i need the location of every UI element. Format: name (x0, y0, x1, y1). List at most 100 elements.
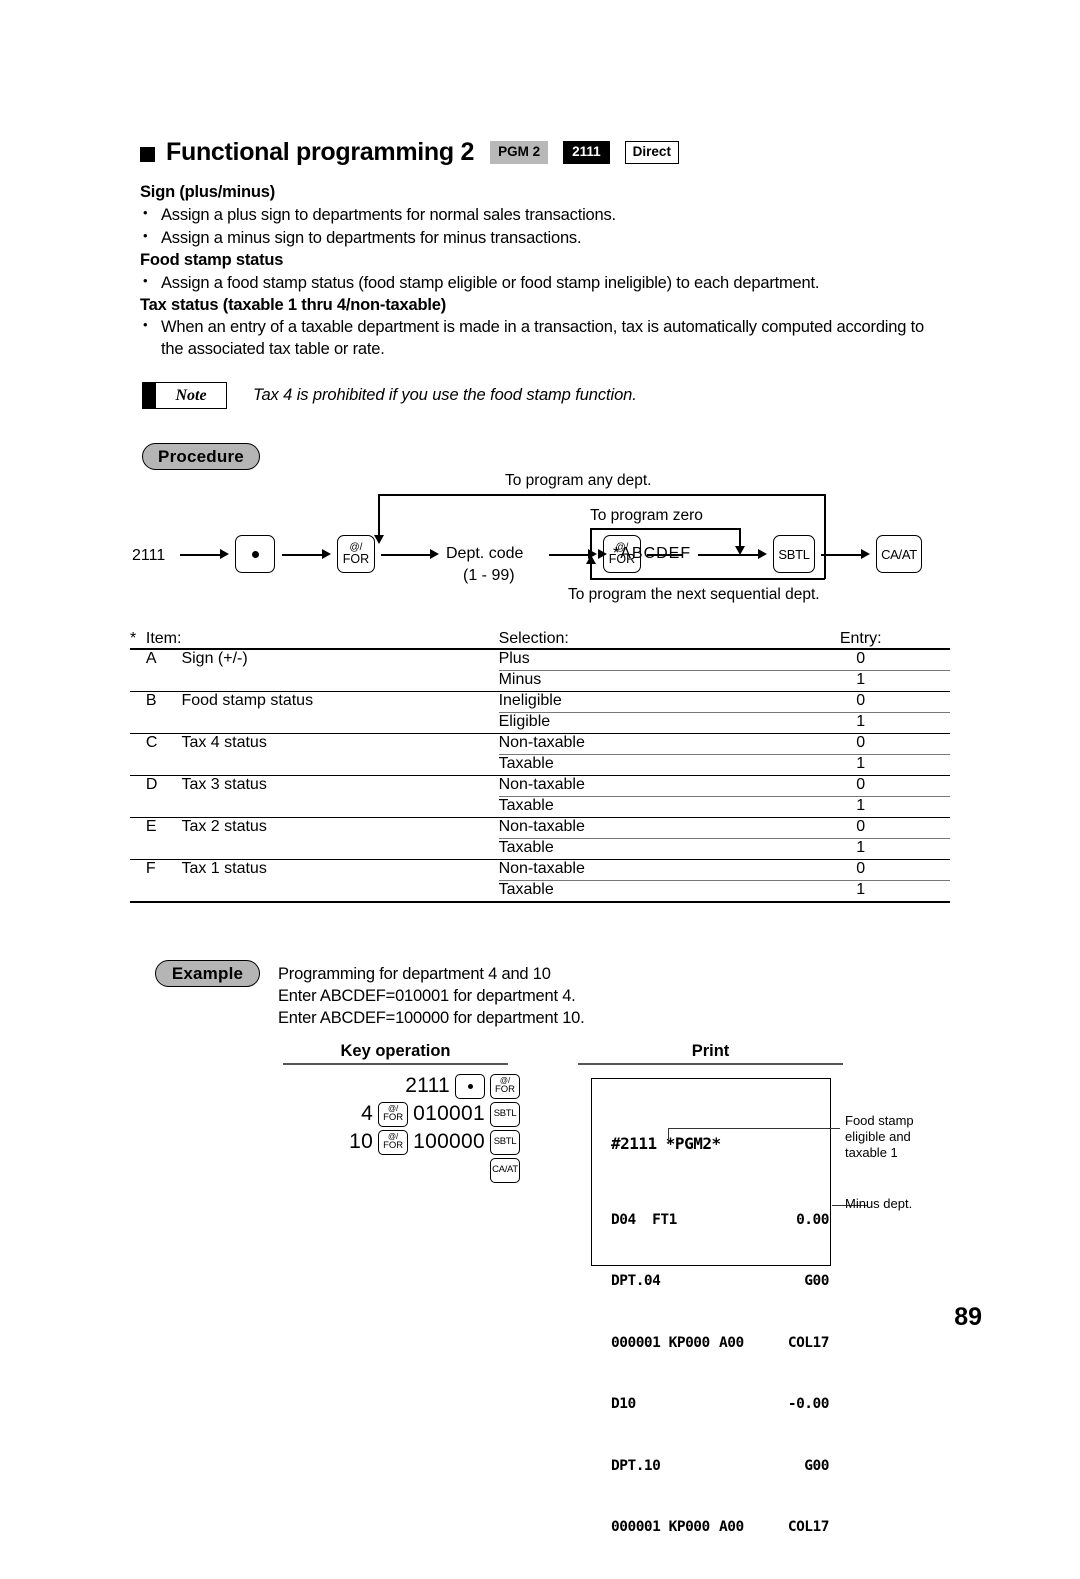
receipt-right: G00 (804, 1457, 829, 1474)
note-block: Note Tax 4 is prohibited if you use the … (142, 382, 637, 409)
row-selection: Non-taxable (498, 817, 772, 839)
receipt-mid: A00 (719, 1519, 744, 1535)
procedure-diagram: To program any dept. To program zero To … (130, 470, 930, 610)
note-label: Note (175, 386, 207, 404)
key-line-2: FOR (383, 1112, 404, 1124)
tag-2111: 2111 (563, 141, 610, 164)
row-entry: 1 (771, 712, 950, 734)
receipt-left: DPT.10 (611, 1457, 661, 1474)
branch-label-next-dept: To program the next sequential dept. (568, 586, 820, 603)
receipt-line: DPT.10 G00 (611, 1456, 830, 1477)
row-entry: 1 (771, 796, 950, 818)
print-receipt: #2111 *PGM2* D04 FT1 0.00 DPT.04 G00 000… (591, 1078, 831, 1535)
tag-direct: Direct (624, 141, 679, 164)
table-header-spacer (181, 630, 499, 650)
key-label: SBTL (493, 1108, 517, 1120)
receipt-left: 000001 KP000 (611, 1519, 710, 1535)
callout-food-stamp-lead (668, 1128, 840, 1130)
table-row: Minus 1 (130, 670, 950, 692)
loop-any-dept-arrow (374, 535, 384, 544)
row-letter: B (145, 692, 157, 709)
loop-any-dept-top (378, 494, 825, 496)
loop-next-right (824, 552, 826, 579)
row-selection: Non-taxable (498, 775, 772, 797)
arrow-head-abcdef (598, 549, 607, 559)
key-at-for[interactable]: @/ FOR (378, 1101, 409, 1127)
key-decimal-point[interactable] (455, 1073, 485, 1099)
section-tax-status: Tax status (taxable 1 thru 4/non-taxable… (140, 296, 970, 315)
row-entry: 0 (771, 775, 950, 797)
receipt-right: COL17 (787, 1334, 830, 1351)
row-selection: Plus (498, 649, 772, 671)
row-entry: 1 (771, 880, 950, 903)
key-operation-row: 4 @/ FOR 010001 SBTL (300, 1100, 520, 1128)
key-at-for-1: @/ FOR (337, 535, 375, 573)
table-row: Taxable 1 (130, 796, 950, 818)
row-letter: F (145, 860, 156, 877)
row-entry: 1 (771, 838, 950, 860)
row-entry: 1 (771, 754, 950, 776)
receipt-line: 000001 KP000 A00 COL17 (611, 1333, 830, 1354)
branch-label-any-dept: To program any dept. (505, 472, 652, 489)
receipt-left: 000001 KP000 (611, 1334, 710, 1351)
key-at-for[interactable]: @/ FOR (490, 1073, 520, 1099)
row-entry: 0 (771, 649, 950, 671)
row-selection: Non-taxable (498, 733, 772, 755)
row-item: Tax 3 status (181, 776, 267, 793)
receipt-mid: A00 (719, 1334, 744, 1351)
receipt-title: #2111 *PGM2* (611, 1134, 721, 1153)
arrow-line-7 (821, 554, 863, 556)
receipt-right: 0.00 (796, 1211, 829, 1228)
section-food-stamp: Food stamp status (140, 251, 970, 270)
row-selection: Taxable (498, 796, 772, 818)
callout-food-stamp-stem (668, 1128, 670, 1144)
key-operation-list: 2111 @/ FOR 4 @/ FOR 010001 SBTL 10 @/ F… (300, 1072, 520, 1184)
table-row: Eligible 1 (130, 712, 950, 734)
example-line-2: Enter ABCDEF=010001 for department 4. (278, 987, 576, 1005)
row-selection: Taxable (498, 838, 772, 860)
arrow-line-1 (180, 554, 222, 556)
key-sbtl-1: SBTL (773, 535, 815, 573)
table-body: A Sign (+/-) Plus 0 Minus 1 B Food stamp (130, 649, 950, 903)
heading-food-stamp: Food stamp status (140, 251, 284, 269)
key-at-for[interactable]: @/ FOR (378, 1129, 409, 1155)
heading-sign: Sign (plus/minus) (140, 183, 276, 201)
row-selection: Minus (498, 670, 772, 692)
table-header-item: Item: (145, 630, 182, 650)
dept-code-range: (1 - 99) (463, 567, 515, 584)
row-entry: 0 (771, 733, 950, 755)
key-decimal-point (235, 535, 275, 573)
receipt-line: DPT.04 G00 (611, 1271, 830, 1292)
table-row: Taxable 1 (130, 880, 950, 903)
arrow-head-7 (861, 549, 870, 559)
procedure-pill: Procedure (142, 443, 260, 470)
print-rule (578, 1063, 843, 1066)
row-item: Sign (+/-) (181, 650, 248, 667)
key-caat-1: CA/AT (876, 535, 922, 573)
table-row: D Tax 3 status Non-taxable 0 (130, 775, 950, 797)
row-letter: A (145, 650, 157, 667)
key-sbtl[interactable]: SBTL (490, 1101, 520, 1127)
loop-zero-right (739, 528, 741, 548)
key-label: SBTL (778, 546, 810, 562)
loop-any-dept-left (378, 494, 380, 537)
abcdef-label: *ABCDEF (613, 545, 692, 562)
key-label: CA/AT (881, 546, 917, 562)
loop-zero-left (590, 528, 592, 551)
row-entry: 0 (771, 817, 950, 839)
dept-code-label: Dept. code (446, 545, 524, 562)
key-number-2: 100000 (413, 1130, 485, 1153)
row-entry: 0 (771, 859, 950, 881)
row-selection: Eligible (498, 712, 772, 734)
row-selection: Taxable (498, 880, 772, 903)
key-caat[interactable]: CA/AT (490, 1157, 520, 1183)
title-bullet-icon (140, 146, 155, 162)
row-selection: Non-taxable (498, 859, 772, 881)
key-operation-heading: Key operation (340, 1042, 451, 1060)
arrow-head-6 (758, 549, 767, 559)
heading-tax-status: Tax status (taxable 1 thru 4/non-taxable… (140, 296, 446, 314)
tag-pgm2: PGM 2 (490, 141, 549, 164)
key-sbtl[interactable]: SBTL (490, 1129, 520, 1155)
loop-next-left (590, 563, 592, 579)
spec-table: * Item: Selection: Entry: A Sign (+/-) P… (130, 630, 950, 903)
